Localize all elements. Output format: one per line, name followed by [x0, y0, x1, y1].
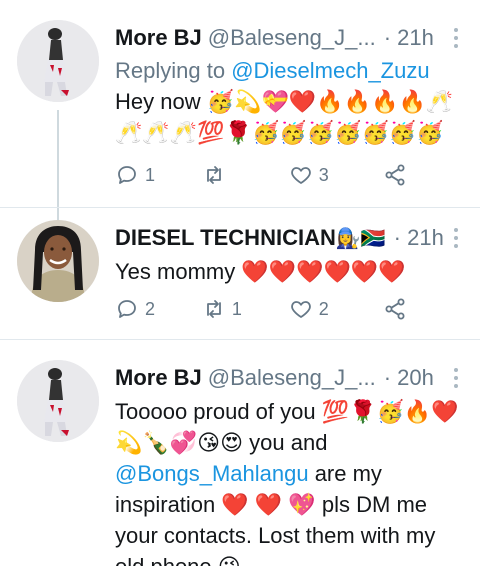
tweet-text-line: your contacts. Lost them with my	[115, 523, 436, 548]
tweet-1[interactable]: More BJ @Baleseng_J_... · 21h Replying t…	[0, 0, 480, 208]
tweet-text-line: Tooooo proud of you 💯🌹🥳🔥❤️	[115, 399, 459, 424]
author-name[interactable]: More BJ	[115, 365, 202, 391]
avatar[interactable]	[17, 220, 99, 302]
retweet-icon	[206, 166, 221, 184]
tweet-text-line: 💫🍾💞😘😍 you and	[115, 430, 328, 455]
retweet-button[interactable]	[202, 160, 289, 190]
author-name[interactable]: DIESEL TECHNICIAN	[115, 225, 336, 251]
share-button[interactable]	[376, 160, 415, 190]
tweet-text: Tooooo proud of you 💯🌹🥳🔥❤️ 💫🍾💞😘😍 you and…	[115, 396, 466, 566]
tweet-text-line: inspiration ❤️ ❤️ 💖 pls DM me	[115, 492, 428, 517]
tweet-text-line: old phone 😘	[115, 551, 466, 566]
reply-button[interactable]: 2	[115, 294, 202, 324]
like-count: 3	[318, 164, 329, 185]
author-name-emoji: 👩‍🔧🇿🇦	[335, 226, 386, 250]
avatar[interactable]	[17, 20, 99, 102]
share-button[interactable]	[376, 294, 415, 324]
tweet-text-fragment: are my	[308, 461, 382, 486]
tweet-time[interactable]: · 21h	[394, 225, 444, 251]
author-handle[interactable]: @Baleseng_J_...	[208, 365, 376, 391]
reply-icon	[118, 300, 136, 318]
reply-count: 1	[145, 164, 156, 185]
tweet-2[interactable]: DIESEL TECHNICIAN 👩‍🔧🇿🇦 · 21h Yes mommy …	[0, 208, 480, 340]
retweet-icon	[206, 300, 221, 318]
author-name[interactable]: More BJ	[115, 25, 202, 51]
tweet-actions: 2 1 2	[115, 294, 415, 324]
tweet-actions: 1 3	[115, 160, 415, 190]
author-handle[interactable]: @Baleseng_J_...	[208, 25, 376, 51]
heart-icon	[290, 167, 311, 184]
share-icon	[385, 298, 405, 320]
like-count: 2	[318, 298, 329, 319]
tweet-time[interactable]: · 20h	[384, 365, 434, 391]
tweet-text: Hey now 🥳💫💝❤️🔥🔥🔥🔥🥂 🥂🥂🥂💯🌹🥳🥳🥳🥳🥳🥳🥳	[115, 86, 466, 148]
heart-icon	[290, 301, 311, 318]
tweet-text-line: 🥂🥂🥂💯🌹🥳🥳🥳🥳🥳🥳🥳	[115, 120, 444, 145]
like-button[interactable]: 2	[289, 294, 376, 324]
more-vertical-icon[interactable]	[446, 20, 466, 56]
replying-to-mention[interactable]: @Dieselmech_Zuzu	[231, 58, 429, 83]
more-vertical-icon[interactable]	[446, 360, 466, 396]
tweet-3[interactable]: More BJ @Baleseng_J_... · 20h Tooooo pro…	[0, 340, 480, 566]
like-button[interactable]: 3	[289, 160, 376, 190]
tweet-text: Yes mommy ❤️❤️❤️❤️❤️❤️	[115, 259, 406, 284]
tweet-text-line: @Bongs_Mahlangu are my	[115, 458, 466, 489]
replying-to-label: Replying to	[115, 58, 232, 83]
replying-to: Replying to @Dieselmech_Zuzu	[115, 56, 466, 86]
tweet-time[interactable]: · 21h	[384, 25, 434, 51]
avatar[interactable]	[17, 360, 99, 442]
more-vertical-icon[interactable]	[446, 220, 466, 256]
reply-icon	[118, 166, 136, 184]
share-icon	[385, 164, 405, 186]
retweet-button[interactable]: 1	[202, 294, 289, 324]
reply-button[interactable]: 1	[115, 160, 202, 190]
mention-link[interactable]: @Bongs_Mahlangu	[115, 461, 309, 486]
tweet-text-line: Hey now 🥳💫💝❤️🔥🔥🔥🔥🥂	[115, 89, 454, 114]
reply-count: 2	[145, 298, 156, 319]
retweet-count: 1	[231, 298, 242, 319]
